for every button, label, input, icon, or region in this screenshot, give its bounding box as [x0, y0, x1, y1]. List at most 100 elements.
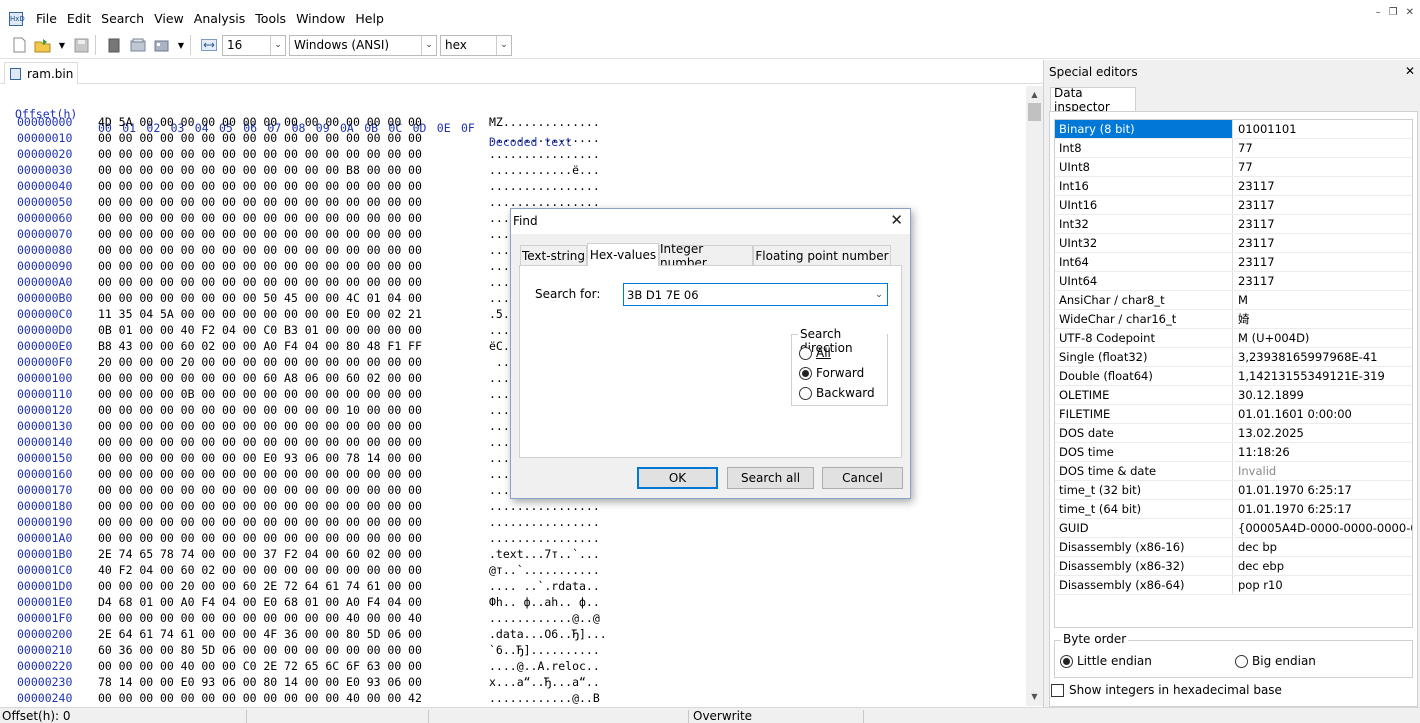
direction-all-radio[interactable]: All: [799, 346, 831, 360]
row-bytes[interactable]: 00 00 00 00 00 00 00 00 00 00 00 00 00 0…: [98, 483, 422, 497]
inspector-value[interactable]: M: [1234, 291, 1412, 310]
inspector-value[interactable]: 01.01.1970 6:25:17: [1234, 481, 1412, 500]
menu-help[interactable]: Help: [350, 7, 389, 31]
cancel-button[interactable]: Cancel: [822, 467, 903, 489]
encoding-select[interactable]: Windows (ANSI) ⌄: [289, 34, 437, 56]
inspector-row[interactable]: Disassembly (x86-64) pop r10: [1055, 576, 1412, 595]
inspector-row[interactable]: Int8 77: [1055, 139, 1412, 158]
row-decoded-text[interactable]: ................: [489, 515, 600, 529]
inspector-row[interactable]: FILETIME 01.01.1601 0:00:00: [1055, 405, 1412, 424]
row-decoded-text[interactable]: MZ..............: [489, 115, 600, 129]
row-bytes[interactable]: 00 00 00 00 00 00 00 00 00 00 00 00 00 0…: [98, 275, 422, 289]
direction-forward-radio[interactable]: Forward: [799, 366, 864, 380]
row-decoded-text[interactable]: ...: [489, 275, 510, 289]
inspector-value[interactable]: 23117: [1234, 177, 1412, 196]
row-bytes[interactable]: 11 35 04 5A 00 00 00 00 00 00 00 00 E0 0…: [98, 307, 422, 321]
ok-button[interactable]: OK: [637, 467, 718, 489]
inspector-row[interactable]: time_t (32 bit) 01.01.1970 6:25:17: [1055, 481, 1412, 500]
tab-integer-number[interactable]: Integer number: [659, 242, 753, 270]
row-decoded-text[interactable]: ............ё...: [489, 163, 600, 177]
row-decoded-text[interactable]: ёC.: [489, 339, 510, 353]
row-decoded-text[interactable]: ................: [489, 195, 600, 209]
inspector-value[interactable]: 婍: [1234, 310, 1412, 329]
inspector-value[interactable]: 3,23938165997968E-41: [1234, 348, 1412, 367]
row-decoded-text[interactable]: ...: [489, 483, 510, 497]
row-decoded-text[interactable]: ...: [489, 403, 510, 417]
row-decoded-text[interactable]: ................: [489, 147, 600, 161]
row-bytes[interactable]: 00 00 00 00 00 00 00 00 00 00 00 00 40 0…: [98, 611, 422, 625]
row-decoded-text[interactable]: ................: [489, 531, 600, 545]
row-decoded-text[interactable]: ...: [489, 451, 510, 465]
ram-dropdown-icon[interactable]: ▼: [176, 35, 186, 55]
row-decoded-text[interactable]: ...: [489, 387, 510, 401]
row-bytes[interactable]: 00 00 00 00 00 00 00 00 00 00 00 00 00 0…: [98, 467, 422, 481]
display-mode-select[interactable]: hex ⌄: [440, 34, 512, 56]
inspector-row[interactable]: UInt16 23117: [1055, 196, 1412, 215]
menu-view[interactable]: View: [149, 7, 189, 31]
inspector-value[interactable]: 77: [1234, 158, 1412, 177]
row-decoded-text[interactable]: ................: [489, 131, 600, 145]
inspector-value[interactable]: 01001101: [1234, 120, 1412, 139]
row-bytes[interactable]: 00 00 00 00 00 00 00 00 00 00 00 00 00 0…: [98, 211, 422, 225]
row-bytes[interactable]: 00 00 00 00 00 00 00 00 00 00 00 00 00 0…: [98, 227, 422, 241]
file-tab[interactable]: ram.bin: [4, 62, 78, 84]
row-bytes[interactable]: 2E 74 65 78 74 00 00 00 37 F2 04 00 60 0…: [98, 547, 422, 561]
inspector-row[interactable]: AnsiChar / char8_t M: [1055, 291, 1412, 310]
row-bytes[interactable]: 00 00 00 00 00 00 00 00 50 45 00 00 4C 0…: [98, 291, 422, 305]
inspector-row[interactable]: WideChar / char16_t 婍: [1055, 310, 1412, 329]
menu-analysis[interactable]: Analysis: [189, 7, 251, 31]
row-bytes[interactable]: 60 36 00 00 80 5D 06 00 00 00 00 00 00 0…: [98, 643, 422, 657]
row-bytes[interactable]: 00 00 00 00 00 00 00 00 00 00 00 00 00 0…: [98, 243, 422, 257]
row-decoded-text[interactable]: ............@..B: [489, 691, 600, 705]
inspector-row[interactable]: Disassembly (x86-16) dec bp: [1055, 538, 1412, 557]
inspector-value[interactable]: dec ebp: [1234, 557, 1412, 576]
open-dropdown-icon[interactable]: ▼: [57, 35, 67, 55]
row-decoded-text[interactable]: `6..Ђ]..........: [489, 643, 600, 657]
inspector-value[interactable]: Invalid: [1234, 462, 1412, 481]
row-decoded-text[interactable]: ..: [489, 355, 510, 369]
row-bytes[interactable]: B8 43 00 00 60 02 00 00 A0 F4 04 00 80 4…: [98, 339, 422, 353]
row-decoded-text[interactable]: ...: [489, 419, 510, 433]
inspector-value[interactable]: pop r10: [1234, 576, 1412, 595]
row-bytes[interactable]: 00 00 00 00 00 00 00 00 00 00 00 00 00 0…: [98, 131, 422, 145]
inspector-row[interactable]: UTF-8 Codepoint M (U+004D): [1055, 329, 1412, 348]
row-bytes[interactable]: 4D 5A 00 00 00 00 00 00 00 00 00 00 00 0…: [98, 115, 422, 129]
row-bytes[interactable]: 2E 64 61 74 61 00 00 00 4F 36 00 00 80 5…: [98, 627, 422, 641]
inspector-row[interactable]: Single (float32) 3,23938165997968E-41: [1055, 348, 1412, 367]
row-bytes[interactable]: 00 00 00 00 00 00 00 00 00 00 00 00 40 0…: [98, 691, 422, 705]
row-bytes[interactable]: 00 00 00 00 00 00 00 00 00 00 00 00 00 0…: [98, 531, 422, 545]
inspector-value[interactable]: 01.01.1970 6:25:17: [1234, 500, 1412, 519]
row-decoded-text[interactable]: ....@..А.reloc..: [489, 659, 600, 673]
row-bytes[interactable]: 00 00 00 00 00 00 00 00 00 00 00 00 00 0…: [98, 419, 422, 433]
scroll-thumb[interactable]: [1028, 103, 1041, 121]
inspector-value[interactable]: 01.01.1601 0:00:00: [1234, 405, 1412, 424]
row-bytes[interactable]: 00 00 00 00 00 00 00 00 00 00 00 00 00 0…: [98, 435, 422, 449]
inspector-row[interactable]: Double (float64) 1,14213155349121E-319: [1055, 367, 1412, 386]
inspector-row[interactable]: Disassembly (x86-32) dec ebp: [1055, 557, 1412, 576]
inspector-value[interactable]: dec bp: [1234, 538, 1412, 557]
inspector-row[interactable]: Int64 23117: [1055, 253, 1412, 272]
row-bytes[interactable]: 00 00 00 00 00 00 00 00 00 00 00 00 00 0…: [98, 499, 422, 513]
row-decoded-text[interactable]: ...: [489, 243, 510, 257]
row-bytes[interactable]: 00 00 00 00 00 00 00 00 00 00 00 00 00 0…: [98, 195, 422, 209]
big-endian-radio[interactable]: Big endian: [1235, 654, 1316, 668]
row-bytes[interactable]: 00 00 00 00 00 00 00 00 00 00 00 00 00 0…: [98, 259, 422, 273]
menu-file[interactable]: File: [31, 7, 62, 31]
inspector-row[interactable]: DOS date 13.02.2025: [1055, 424, 1412, 443]
inspector-row[interactable]: Int16 23117: [1055, 177, 1412, 196]
inspector-row[interactable]: Int32 23117: [1055, 215, 1412, 234]
row-decoded-text[interactable]: Фh.. ф..аh.. ф..: [489, 595, 600, 609]
inspector-row[interactable]: DOS time 11:18:26: [1055, 443, 1412, 462]
row-bytes[interactable]: 00 00 00 00 20 00 00 60 2E 72 64 61 74 6…: [98, 579, 422, 593]
close-file-icon[interactable]: [104, 35, 124, 55]
new-file-icon[interactable]: [9, 35, 29, 55]
row-decoded-text[interactable]: ...: [489, 227, 510, 241]
row-bytes[interactable]: D4 68 01 00 A0 F4 04 00 E0 68 01 00 A0 F…: [98, 595, 422, 609]
row-decoded-text[interactable]: ...: [489, 371, 510, 385]
row-decoded-text[interactable]: .text...7т..`...: [489, 547, 600, 561]
inspector-value[interactable]: 23117: [1234, 272, 1412, 291]
row-bytes[interactable]: 0B 01 00 00 40 F2 04 00 C0 B3 01 00 00 0…: [98, 323, 422, 337]
row-bytes[interactable]: 00 00 00 00 00 00 00 00 00 00 00 00 10 0…: [98, 403, 422, 417]
close-icon[interactable]: ✕: [890, 211, 903, 229]
row-bytes[interactable]: 00 00 00 00 40 00 00 C0 2E 72 65 6C 6F 6…: [98, 659, 422, 673]
